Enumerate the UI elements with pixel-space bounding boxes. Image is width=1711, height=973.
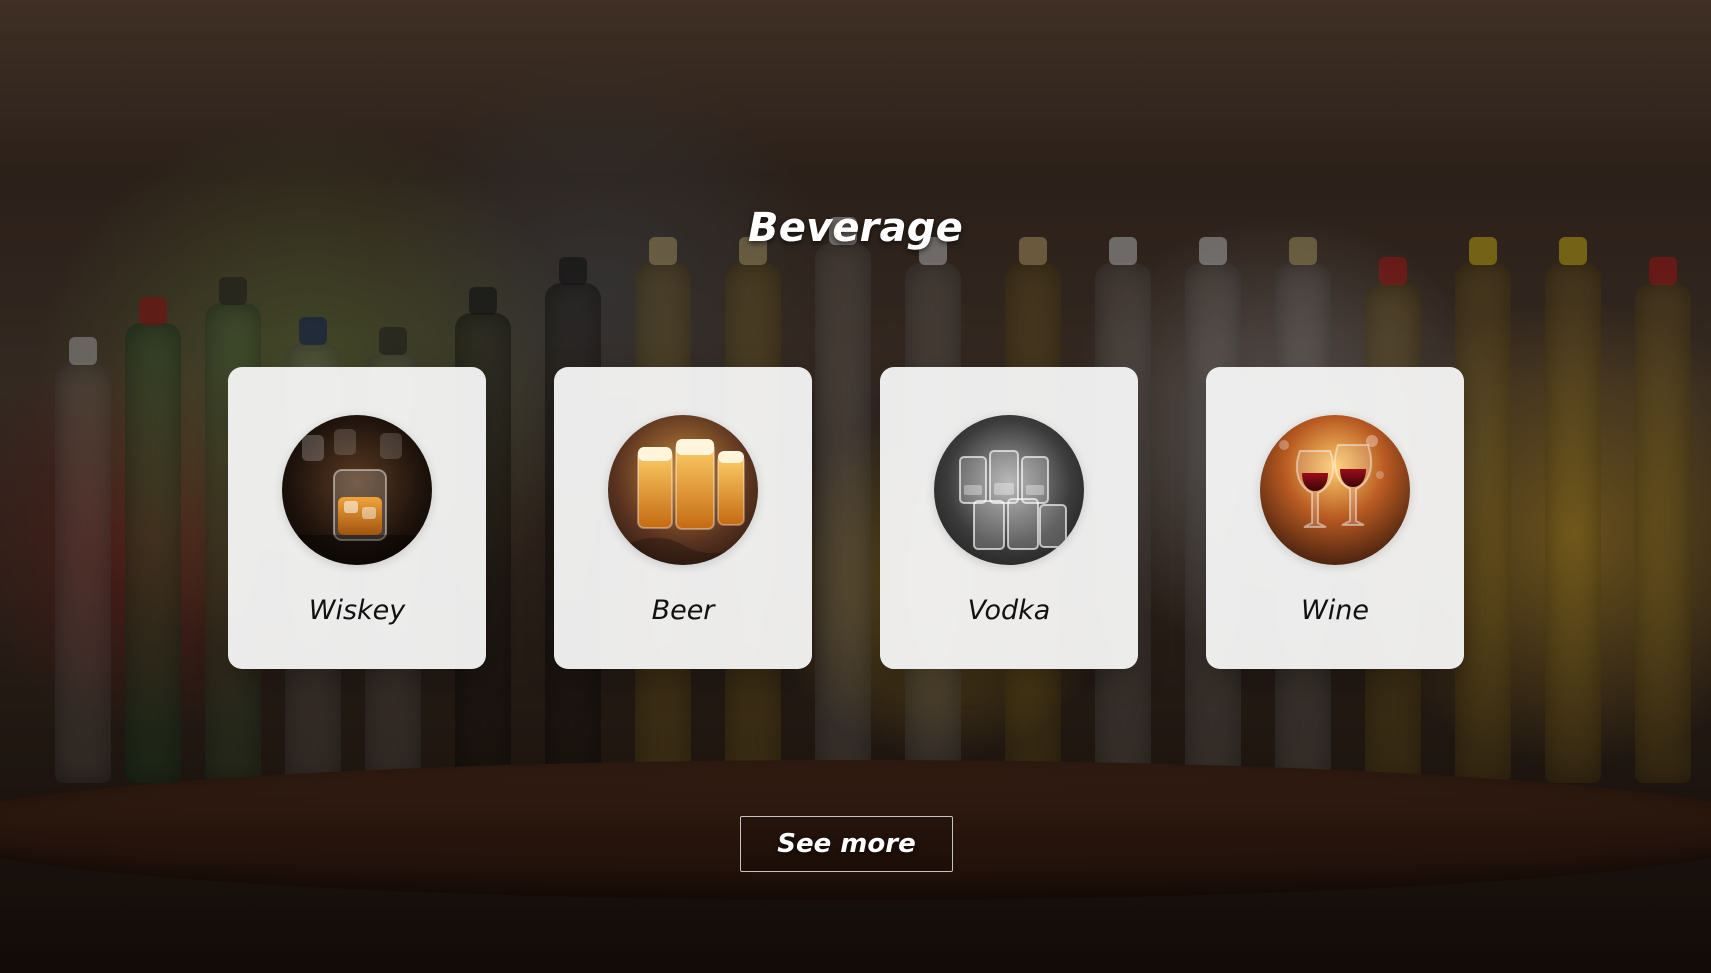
category-card-beer[interactable]: Beer bbox=[554, 367, 812, 669]
card-label: Wine bbox=[1301, 595, 1369, 626]
wine-glasses-illustration bbox=[1260, 415, 1410, 565]
see-more-button[interactable]: See more bbox=[740, 816, 953, 872]
wine-glasses-icon bbox=[1260, 415, 1410, 565]
page-title: Beverage bbox=[748, 205, 963, 251]
beverage-page: Beverage Wiskey Beer Vodka Wine See more bbox=[0, 0, 1711, 973]
whiskey-glass-icon bbox=[282, 415, 432, 565]
category-card-wine[interactable]: Wine bbox=[1206, 367, 1464, 669]
vodka-shot-glasses-icon bbox=[934, 415, 1084, 565]
card-label: Beer bbox=[651, 595, 715, 626]
beer-mugs-illustration bbox=[608, 415, 758, 565]
vodka-shot-glasses-illustration bbox=[934, 415, 1084, 565]
whiskey-glass-illustration bbox=[282, 415, 432, 565]
beverage-cards: Wiskey Beer Vodka Wine bbox=[228, 367, 1464, 669]
card-label: Wiskey bbox=[308, 595, 406, 626]
card-label: Vodka bbox=[967, 595, 1051, 626]
category-card-wiskey[interactable]: Wiskey bbox=[228, 367, 486, 669]
beer-mugs-icon bbox=[608, 415, 758, 565]
category-card-vodka[interactable]: Vodka bbox=[880, 367, 1138, 669]
